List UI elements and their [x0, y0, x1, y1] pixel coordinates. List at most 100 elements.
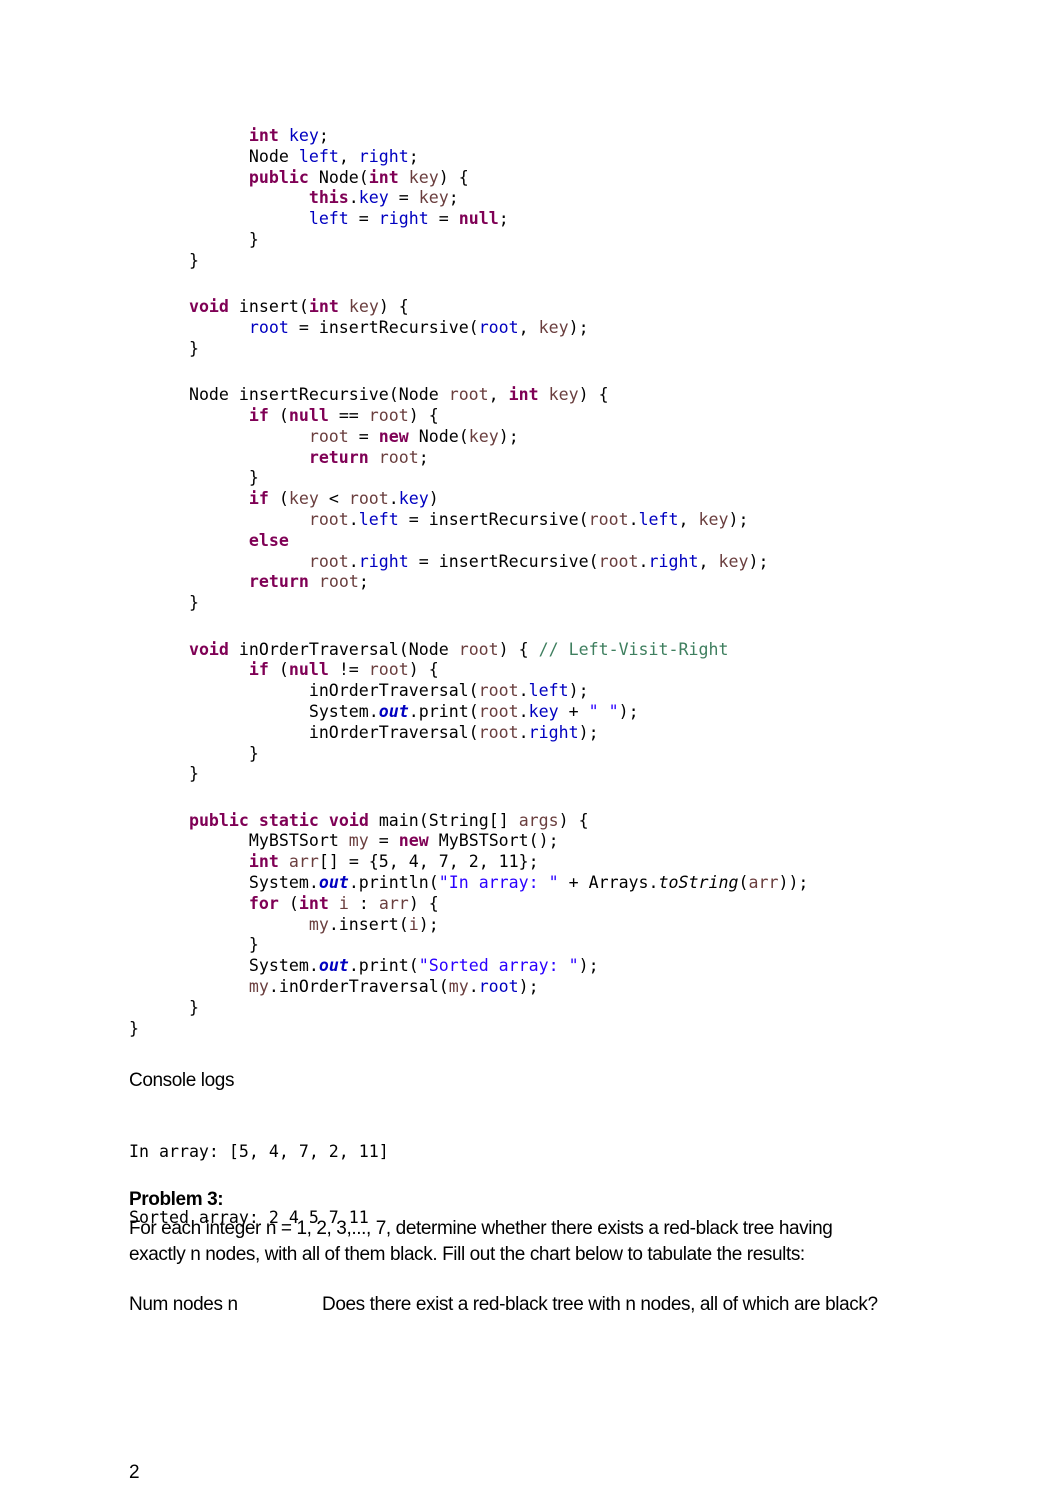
code-token: out [378, 701, 409, 721]
code-line: this.key = key; [129, 188, 808, 209]
code-token: my [308, 914, 329, 934]
code-token: .print( [348, 956, 419, 976]
code-token: , [678, 509, 699, 529]
code-line: } [129, 744, 808, 765]
code-token: right [648, 551, 699, 571]
code-token: key [468, 426, 499, 446]
code-token: ; [318, 126, 329, 145]
code-token: } [188, 250, 199, 270]
code-token: . [518, 722, 529, 742]
code-token: , [698, 551, 719, 571]
code-token: left [638, 509, 679, 529]
code-token: : [348, 893, 379, 913]
code-line: if (null == root) { [129, 406, 808, 427]
code-token: = [428, 209, 459, 229]
code-token: ; [358, 572, 369, 592]
code-token: } [248, 935, 259, 955]
code-token: root [478, 681, 519, 701]
code-token: )); [778, 873, 809, 893]
code-token: ); [568, 317, 589, 337]
code-token: root [308, 426, 349, 446]
code-token: root [368, 405, 409, 425]
code-token: right [358, 551, 409, 571]
code-token: arr [378, 893, 409, 913]
code-token: if [248, 489, 269, 509]
code-token: root [478, 701, 519, 721]
code-token: } [188, 338, 199, 358]
code-token: out [318, 956, 349, 976]
code-token: key [538, 317, 569, 337]
code-token: inOrderTraversal(Node [228, 639, 459, 659]
code-token: right [378, 209, 429, 229]
code-token: + [558, 701, 589, 721]
code-token: + Arrays. [558, 873, 659, 893]
code-line: } [129, 764, 808, 785]
code-token: [] = {5, 4, 7, 2, 11}; [318, 852, 539, 872]
code-line: } [129, 1019, 808, 1040]
code-token: root [478, 317, 519, 337]
code-line: int key; [129, 126, 808, 147]
code-line: inOrderTraversal(root.right); [129, 723, 808, 744]
code-token: key [528, 701, 559, 721]
code-token: public [248, 167, 309, 187]
code-token: System. [248, 956, 319, 976]
code-token: void [328, 810, 369, 830]
code-token: Node insertRecursive(Node [188, 385, 449, 405]
code-token: . [348, 509, 359, 529]
code-token: root [458, 639, 499, 659]
code-token: = [348, 426, 379, 446]
code-token: ) { [578, 385, 609, 405]
code-token: .insert( [328, 914, 409, 934]
code-token: .print( [408, 701, 479, 721]
code-token: ; [498, 209, 509, 229]
column-header-exists: Does there exist a red-black tree with n… [322, 1294, 878, 1315]
code-token: root [348, 489, 389, 509]
code-token: i [408, 914, 419, 934]
code-line: } [129, 468, 808, 489]
code-token: key [718, 551, 749, 571]
code-token: key [288, 126, 319, 145]
code-token: arr [748, 873, 779, 893]
code-token: = [348, 209, 379, 229]
code-token: null [288, 405, 329, 425]
code-token: int [368, 167, 399, 187]
code-token: return [308, 447, 369, 467]
code-token: Node( [408, 426, 469, 446]
code-token: static [258, 810, 319, 830]
code-token: key [548, 385, 579, 405]
code-token: ( [738, 873, 749, 893]
code-token: . [388, 489, 399, 509]
code-token: key [288, 489, 319, 509]
code-token: void [188, 639, 229, 659]
code-line: root = new Node(key); [129, 427, 808, 448]
code-token: ); [518, 977, 539, 997]
code-token: else [248, 530, 289, 550]
code-line: left = right = null; [129, 209, 808, 230]
code-token: key [348, 297, 379, 317]
code-token: != [328, 660, 369, 680]
code-token: ( [268, 660, 289, 680]
code-token: int [508, 385, 539, 405]
code-token: ); [618, 701, 639, 721]
code-line: Node insertRecursive(Node root, int key)… [129, 385, 808, 406]
code-token: key [418, 188, 449, 208]
code-token: ) { [408, 660, 439, 680]
code-token: . [518, 701, 529, 721]
code-token: . [348, 188, 359, 208]
code-token: root [378, 447, 419, 467]
code-line: else [129, 531, 808, 552]
code-line: return root; [129, 448, 808, 469]
code-token: left [308, 209, 349, 229]
code-token: right [358, 146, 409, 166]
code-token: Node [248, 146, 299, 166]
code-token: left [528, 681, 569, 701]
code-token: } [248, 229, 259, 249]
code-token: ; [418, 447, 429, 467]
code-token: toString [658, 873, 739, 893]
